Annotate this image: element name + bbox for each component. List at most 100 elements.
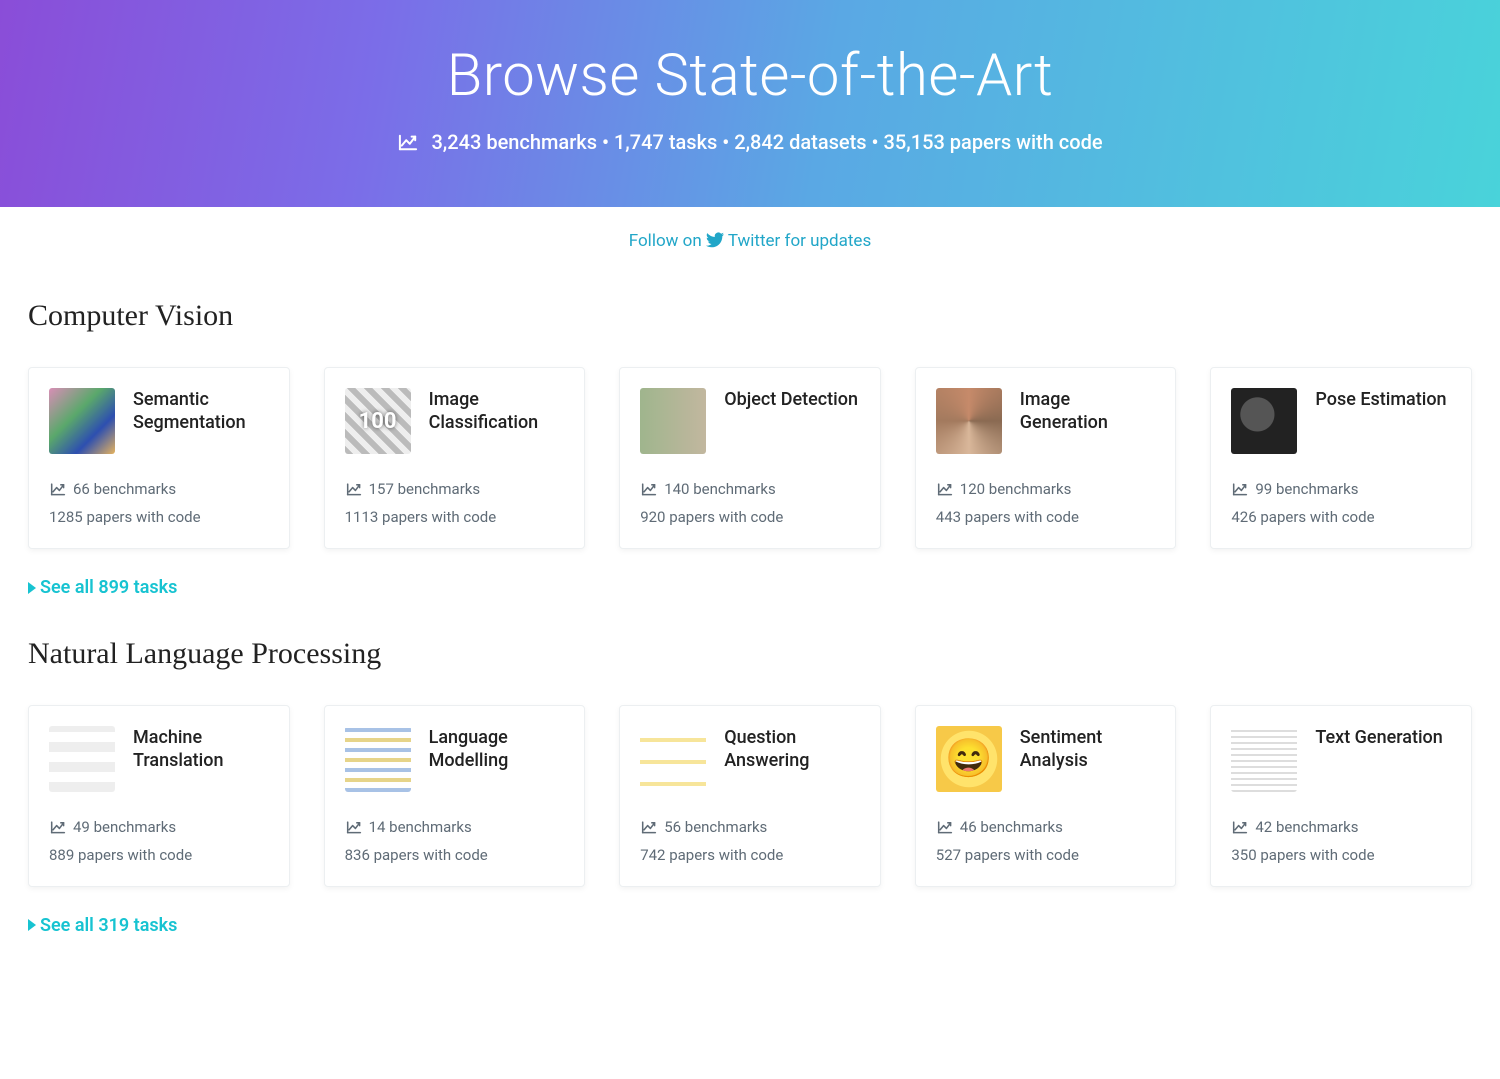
benchmark-count: 140 benchmarks <box>640 480 860 498</box>
task-card[interactable]: Image Generation 120 benchmarks 443 pape… <box>915 367 1177 549</box>
task-title: Machine Translation <box>133 726 269 773</box>
task-thumbnail <box>936 388 1002 454</box>
card-top: Image Generation <box>936 388 1156 454</box>
twitter-link-text: Twitter for updates <box>728 231 871 251</box>
benchmark-count: 66 benchmarks <box>49 480 269 498</box>
benchmark-count: 42 benchmarks <box>1231 818 1451 836</box>
task-thumbnail <box>640 388 706 454</box>
benchmark-count-text: 99 benchmarks <box>1255 480 1358 498</box>
chart-icon <box>640 482 658 496</box>
chart-icon <box>397 133 419 151</box>
papers-count: 889 papers with code <box>49 846 269 864</box>
task-thumbnail <box>345 388 411 454</box>
twitter-link[interactable]: Twitter for updates <box>706 231 871 251</box>
task-card[interactable]: Semantic Segmentation 66 benchmarks 1285… <box>28 367 290 549</box>
benchmark-count: 120 benchmarks <box>936 480 1156 498</box>
see-all-row: See all 899 tasks <box>28 577 1472 599</box>
task-title: Image Generation <box>1020 388 1156 435</box>
task-card[interactable]: Text Generation 42 benchmarks 350 papers… <box>1210 705 1472 887</box>
hero-stats-text: 3,243 benchmarks • 1,747 tasks • 2,842 d… <box>431 130 1102 154</box>
see-all-text: See all 319 tasks <box>40 915 177 936</box>
benchmark-count-text: 66 benchmarks <box>73 480 176 498</box>
task-title: Question Answering <box>724 726 860 773</box>
task-card[interactable]: Machine Translation 49 benchmarks 889 pa… <box>28 705 290 887</box>
see-all-text: See all 899 tasks <box>40 577 177 598</box>
benchmark-count: 56 benchmarks <box>640 818 860 836</box>
task-thumbnail <box>640 726 706 792</box>
chart-icon <box>1231 820 1249 834</box>
task-title: Pose Estimation <box>1315 388 1446 411</box>
card-top: Question Answering <box>640 726 860 792</box>
twitter-icon <box>706 232 724 248</box>
task-thumbnail <box>1231 388 1297 454</box>
see-all-link[interactable]: See all 899 tasks <box>28 577 177 598</box>
task-thumbnail <box>1231 726 1297 792</box>
chart-icon <box>345 482 363 496</box>
task-title: Image Classification <box>429 388 565 435</box>
see-all-link[interactable]: See all 319 tasks <box>28 915 177 936</box>
task-title: Sentiment Analysis <box>1020 726 1156 773</box>
task-card[interactable]: Language Modelling 14 benchmarks 836 pap… <box>324 705 586 887</box>
task-card[interactable]: Question Answering 56 benchmarks 742 pap… <box>619 705 881 887</box>
benchmark-count-text: 49 benchmarks <box>73 818 176 836</box>
papers-count: 836 papers with code <box>345 846 565 864</box>
card-top: Pose Estimation <box>1231 388 1451 454</box>
section: Computer Vision Semantic Segmentation 66… <box>28 299 1472 599</box>
chart-icon <box>49 482 67 496</box>
task-card[interactable]: Object Detection 140 benchmarks 920 pape… <box>619 367 881 549</box>
papers-count: 920 papers with code <box>640 508 860 526</box>
follow-row: Follow on Twitter for updates <box>0 207 1500 261</box>
benchmark-count-text: 14 benchmarks <box>369 818 472 836</box>
task-title: Semantic Segmentation <box>133 388 269 435</box>
benchmark-count: 157 benchmarks <box>345 480 565 498</box>
benchmark-count-text: 157 benchmarks <box>369 480 481 498</box>
task-card[interactable]: 😄 Sentiment Analysis 46 benchmarks 527 p… <box>915 705 1177 887</box>
follow-prefix: Follow on <box>629 231 706 251</box>
task-thumbnail: 😄 <box>936 726 1002 792</box>
papers-count: 1285 papers with code <box>49 508 269 526</box>
benchmark-count-text: 56 benchmarks <box>664 818 767 836</box>
papers-count: 350 papers with code <box>1231 846 1451 864</box>
benchmark-count-text: 140 benchmarks <box>664 480 776 498</box>
papers-count: 527 papers with code <box>936 846 1156 864</box>
papers-count: 443 papers with code <box>936 508 1156 526</box>
card-top: Language Modelling <box>345 726 565 792</box>
papers-count: 1113 papers with code <box>345 508 565 526</box>
benchmark-count-text: 42 benchmarks <box>1255 818 1358 836</box>
section: Natural Language Processing Machine Tran… <box>28 637 1472 937</box>
page-title: Browse State-of-the-Art <box>20 42 1480 110</box>
caret-right-icon <box>28 919 36 931</box>
benchmark-count: 99 benchmarks <box>1231 480 1451 498</box>
benchmark-count: 49 benchmarks <box>49 818 269 836</box>
task-title: Object Detection <box>724 388 858 411</box>
task-card[interactable]: Image Classification 157 benchmarks 1113… <box>324 367 586 549</box>
caret-right-icon <box>28 582 36 594</box>
chart-icon <box>936 820 954 834</box>
hero-stats: 3,243 benchmarks • 1,747 tasks • 2,842 d… <box>397 130 1102 154</box>
chart-icon <box>640 820 658 834</box>
benchmark-count-text: 120 benchmarks <box>960 480 1072 498</box>
card-top: Text Generation <box>1231 726 1451 792</box>
benchmark-count-text: 46 benchmarks <box>960 818 1063 836</box>
benchmark-count: 46 benchmarks <box>936 818 1156 836</box>
see-all-row: See all 319 tasks <box>28 915 1472 937</box>
papers-count: 742 papers with code <box>640 846 860 864</box>
hero-banner: Browse State-of-the-Art 3,243 benchmarks… <box>0 0 1500 207</box>
task-thumbnail <box>49 726 115 792</box>
card-row: Machine Translation 49 benchmarks 889 pa… <box>28 705 1472 887</box>
task-thumbnail <box>49 388 115 454</box>
card-top: 😄 Sentiment Analysis <box>936 726 1156 792</box>
task-title: Language Modelling <box>429 726 565 773</box>
chart-icon <box>49 820 67 834</box>
benchmark-count: 14 benchmarks <box>345 818 565 836</box>
card-top: Semantic Segmentation <box>49 388 269 454</box>
chart-icon <box>345 820 363 834</box>
card-top: Object Detection <box>640 388 860 454</box>
chart-icon <box>936 482 954 496</box>
task-title: Text Generation <box>1315 726 1442 749</box>
chart-icon <box>1231 482 1249 496</box>
task-thumbnail <box>345 726 411 792</box>
section-title: Computer Vision <box>28 299 1472 333</box>
task-card[interactable]: Pose Estimation 99 benchmarks 426 papers… <box>1210 367 1472 549</box>
card-row: Semantic Segmentation 66 benchmarks 1285… <box>28 367 1472 549</box>
